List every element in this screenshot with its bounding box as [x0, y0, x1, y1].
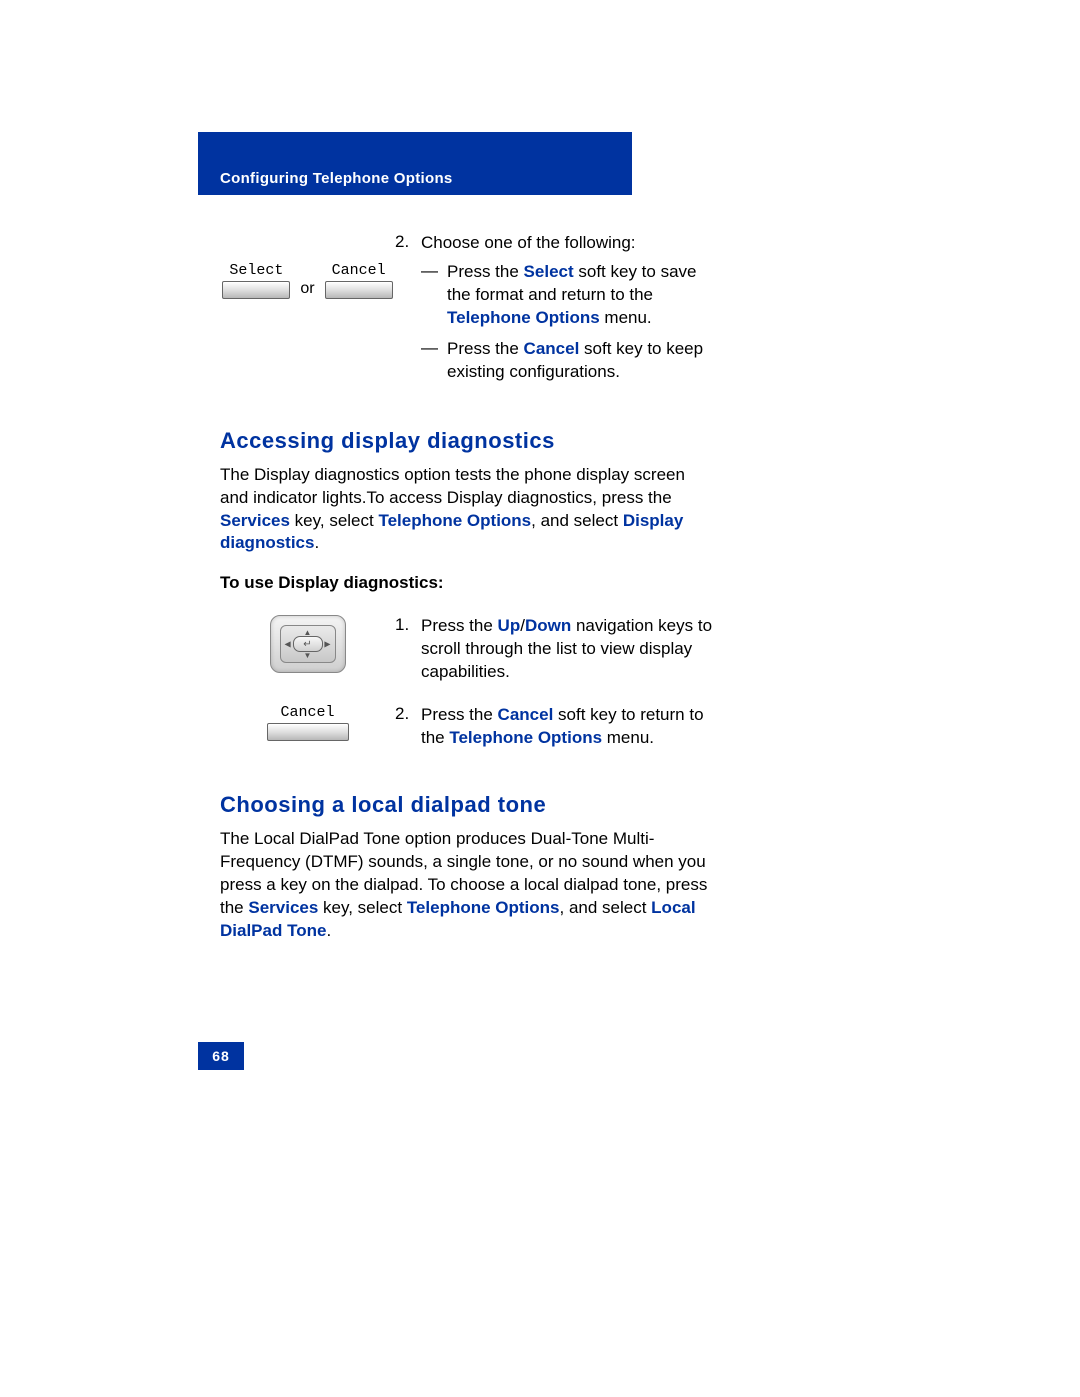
list-item: 1. Press the Up/Down navigation keys to … [395, 615, 715, 684]
step-row: Select or Cancel 2. Choose one of the fo… [220, 232, 715, 392]
section-heading: Accessing display diagnostics [220, 428, 715, 454]
select-softkey-label: Select [229, 262, 283, 279]
text: menu. [600, 308, 652, 327]
section-heading: Choosing a local dialpad tone [220, 792, 715, 818]
text: , and select [560, 898, 652, 917]
telephone-options-link: Telephone Options [378, 511, 531, 530]
down-link: Down [525, 616, 571, 635]
or-text: or [298, 280, 316, 299]
navpad-inner: ▲ ▼ ◀ ▶ ↵ [280, 625, 336, 663]
telephone-options-link: Telephone Options [407, 898, 560, 917]
text: The Display diagnostics option tests the… [220, 465, 685, 507]
softkey-pair: Select or Cancel [222, 262, 392, 299]
text: Press the [421, 616, 498, 635]
cancel-softkey-block: Cancel [267, 704, 349, 741]
enter-key-icon: ↵ [293, 636, 323, 652]
cancel-link: Cancel [524, 339, 580, 358]
cancel-softkey-label: Cancel [280, 704, 334, 721]
select-softkey-icon [222, 281, 290, 299]
sub-item-text: Press the Cancel soft key to keep existi… [447, 338, 715, 384]
step-number: 2. [395, 704, 421, 750]
step-text: 2. Press the Cancel soft key to return t… [395, 704, 715, 756]
text: Press the [421, 705, 498, 724]
text: menu. [602, 728, 654, 747]
step-text: 1. Press the Up/Down navigation keys to … [395, 615, 715, 690]
navigation-pad-icon: ▲ ▼ ◀ ▶ ↵ [270, 615, 346, 673]
left-arrow-icon: ◀ [285, 640, 291, 649]
cancel-softkey-label: Cancel [332, 262, 386, 279]
text: , and select [531, 511, 623, 530]
right-arrow-icon: ▶ [324, 640, 330, 649]
down-arrow-icon: ▼ [304, 651, 312, 660]
sub-item: — Press the Cancel soft key to keep exis… [421, 338, 715, 384]
header-band: Configuring Telephone Options [198, 132, 632, 195]
paragraph: The Local DialPad Tone option produces D… [220, 828, 715, 943]
section-title: Configuring Telephone Options [220, 170, 453, 187]
step-number: 1. [395, 615, 421, 684]
cancel-link: Cancel [498, 705, 554, 724]
step-row: ▲ ▼ ◀ ▶ ↵ 1. Press the Up/Down navigatio… [220, 615, 715, 690]
paragraph: The Display diagnostics option tests the… [220, 464, 715, 556]
step-number: 2. [395, 232, 421, 255]
cancel-softkey-icon [267, 723, 349, 741]
sub-item-text: Press the Select soft key to save the fo… [447, 261, 715, 330]
telephone-options-link: Telephone Options [447, 308, 600, 327]
up-link: Up [498, 616, 521, 635]
sub-heading: To use Display diagnostics: [220, 573, 715, 593]
select-softkey-block: Select [222, 262, 290, 299]
cancel-softkey-icon [325, 281, 393, 299]
select-link: Select [524, 262, 574, 281]
navpad-illustration: ▲ ▼ ◀ ▶ ↵ [220, 615, 395, 673]
cancel-softkey-block: Cancel [325, 262, 393, 299]
telephone-options-link: Telephone Options [449, 728, 602, 747]
text: key, select [318, 898, 407, 917]
softkey-illustration: Select or Cancel [220, 232, 395, 299]
text: Press the [447, 339, 524, 358]
services-link: Services [248, 898, 318, 917]
text: . [314, 533, 319, 552]
page-number: 68 [198, 1042, 244, 1070]
step-text: 2. Choose one of the following: — Press … [395, 232, 715, 392]
sub-item: — Press the Select soft key to save the … [421, 261, 715, 330]
text: . [326, 921, 331, 940]
page-content: Select or Cancel 2. Choose one of the fo… [220, 232, 715, 953]
services-link: Services [220, 511, 290, 530]
dash-bullet: — [421, 261, 447, 330]
list-item: 2. Press the Cancel soft key to return t… [395, 704, 715, 750]
list-item: 2. Choose one of the following: [395, 232, 715, 255]
document-page: Configuring Telephone Options Select or … [0, 0, 1080, 1397]
step-intro: Choose one of the following: [421, 232, 715, 255]
step-body: Press the Up/Down navigation keys to scr… [421, 615, 715, 684]
text: key, select [290, 511, 379, 530]
step-row: Cancel 2. Press the Cancel soft key to r… [220, 704, 715, 756]
softkey-illustration: Cancel [220, 704, 395, 741]
dash-bullet: — [421, 338, 447, 384]
text: Press the [447, 262, 524, 281]
step-body: Press the Cancel soft key to return to t… [421, 704, 715, 750]
